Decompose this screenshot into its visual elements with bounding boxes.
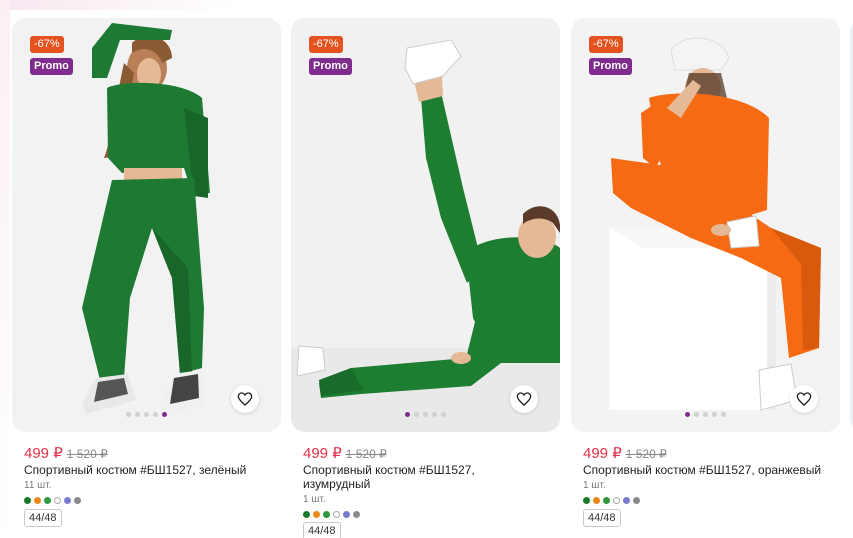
promo-badge: Promo <box>30 58 73 75</box>
color-swatch-emerald[interactable] <box>44 497 51 504</box>
size-chip[interactable]: 44/48 <box>303 522 341 538</box>
slider-dot[interactable] <box>441 412 446 417</box>
color-swatch-grey[interactable] <box>633 497 640 504</box>
product-image[interactable]: -67% Promo <box>291 18 560 432</box>
slider-dot[interactable] <box>144 412 149 417</box>
slider-dot[interactable] <box>423 412 428 417</box>
color-swatch-emerald[interactable] <box>323 511 330 518</box>
price-current: 499 ₽ <box>583 445 622 462</box>
heart-icon <box>796 392 812 406</box>
size-chip[interactable]: 44/48 <box>583 509 621 527</box>
color-swatch-orange[interactable] <box>34 497 41 504</box>
color-swatches <box>303 511 363 519</box>
slider-dot[interactable] <box>126 412 131 417</box>
color-swatch-white[interactable] <box>333 511 340 518</box>
favorite-button[interactable] <box>510 385 538 413</box>
stock-count: 1 шт. <box>583 480 606 491</box>
product-card[interactable]: -67% Promo 499 ₽1 520 ₽ Спортивный костю… <box>571 18 840 538</box>
price-current: 499 ₽ <box>24 445 63 462</box>
discount-badge: -67% <box>309 36 343 53</box>
color-swatches <box>24 497 84 505</box>
slider-dots <box>12 412 281 418</box>
product-name[interactable]: Спортивный костюм #БШ1527, зелёный <box>24 463 276 477</box>
color-swatch-purple[interactable] <box>64 497 71 504</box>
color-swatch-purple[interactable] <box>623 497 630 504</box>
slider-dot-active[interactable] <box>162 412 167 417</box>
color-swatch-green[interactable] <box>583 497 590 504</box>
slider-dot[interactable] <box>712 412 717 417</box>
promo-badge: Promo <box>309 58 352 75</box>
price: 499 ₽1 520 ₽ <box>24 444 108 463</box>
price-current: 499 ₽ <box>303 445 342 462</box>
stock-count: 1 шт. <box>303 494 326 505</box>
heart-icon <box>237 392 253 406</box>
price: 499 ₽1 520 ₽ <box>303 444 387 463</box>
color-swatch-white[interactable] <box>613 497 620 504</box>
favorite-button[interactable] <box>231 385 259 413</box>
price-old: 1 520 ₽ <box>625 447 667 461</box>
color-swatch-grey[interactable] <box>74 497 81 504</box>
product-image[interactable]: -67% Promo <box>571 18 840 432</box>
product-photo <box>571 18 840 432</box>
slider-dot[interactable] <box>721 412 726 417</box>
slider-dots <box>291 412 560 418</box>
color-swatch-purple[interactable] <box>343 511 350 518</box>
slider-dot[interactable] <box>694 412 699 417</box>
color-swatch-emerald[interactable] <box>603 497 610 504</box>
price: 499 ₽1 520 ₽ <box>583 444 667 463</box>
slider-dot[interactable] <box>432 412 437 417</box>
color-swatch-grey[interactable] <box>353 511 360 518</box>
slider-dot-active[interactable] <box>405 412 410 417</box>
slider-dots <box>571 412 840 418</box>
product-card[interactable]: -67% Promo 499 ₽1 520 ₽ Спортивный костю… <box>12 18 281 538</box>
page-top-decoration <box>0 0 240 10</box>
slider-dot[interactable] <box>153 412 158 417</box>
favorite-button[interactable] <box>790 385 818 413</box>
product-grid: -67% Promo 499 ₽1 520 ₽ Спортивный костю… <box>12 18 853 538</box>
color-swatch-green[interactable] <box>24 497 31 504</box>
product-name[interactable]: Спортивный костюм #БШ1527, изумрудный <box>303 463 493 491</box>
discount-badge: -67% <box>30 36 64 53</box>
promo-badge: Promo <box>589 58 632 75</box>
color-swatch-green[interactable] <box>303 511 310 518</box>
product-photo <box>12 18 281 432</box>
product-card[interactable]: -67% Promo 499 ₽1 520 ₽ Спортивный костю… <box>291 18 560 538</box>
price-old: 1 520 ₽ <box>345 447 387 461</box>
slider-dot-active[interactable] <box>685 412 690 417</box>
color-swatches <box>583 497 643 505</box>
stock-count: 11 шт. <box>24 480 52 491</box>
product-name[interactable]: Спортивный костюм #БШ1527, оранжевый <box>583 463 835 477</box>
color-swatch-white[interactable] <box>54 497 61 504</box>
page-left-decoration <box>0 0 10 538</box>
slider-dot[interactable] <box>135 412 140 417</box>
product-image[interactable]: -67% Promo <box>12 18 281 432</box>
discount-badge: -67% <box>589 36 623 53</box>
color-swatch-orange[interactable] <box>313 511 320 518</box>
price-old: 1 520 ₽ <box>66 447 108 461</box>
heart-icon <box>516 392 532 406</box>
size-chip[interactable]: 44/48 <box>24 509 62 527</box>
slider-dot[interactable] <box>703 412 708 417</box>
product-photo <box>291 18 560 432</box>
slider-dot[interactable] <box>414 412 419 417</box>
color-swatch-orange[interactable] <box>593 497 600 504</box>
